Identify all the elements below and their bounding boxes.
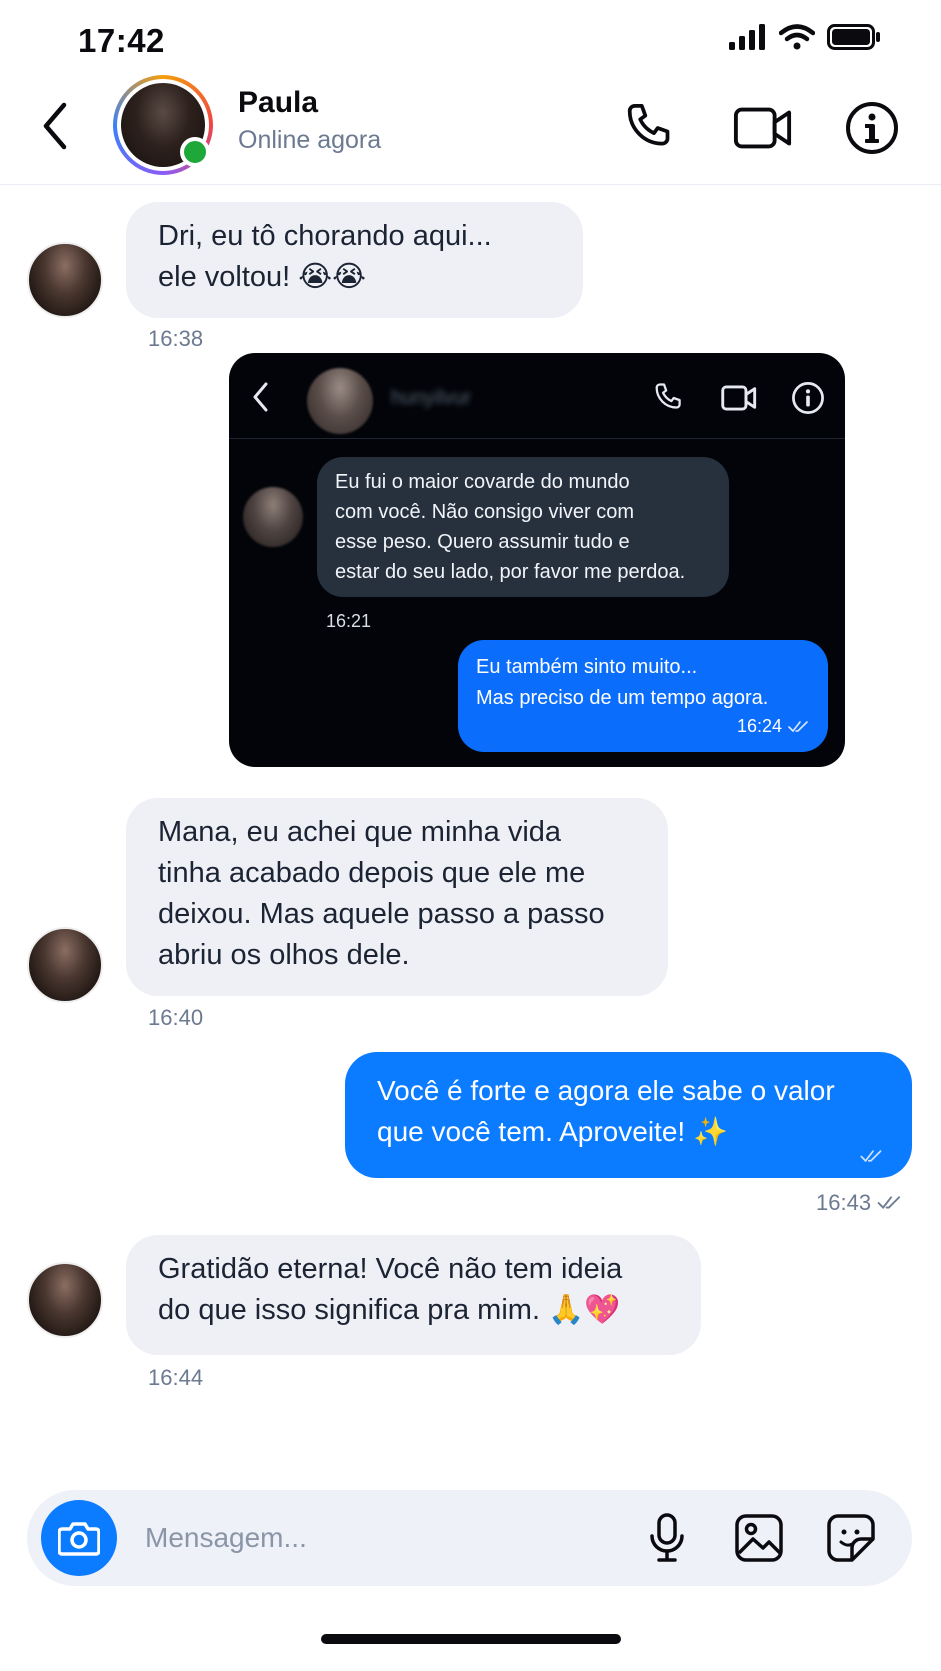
video-call-button[interactable]	[733, 98, 793, 158]
message-timestamp: 16:43	[816, 1190, 872, 1215]
message-bubble-outgoing[interactable]: Você é forte e agora ele sabe o valor qu…	[345, 1052, 912, 1178]
message-line: Gratidão eterna! Você não tem ideia	[158, 1253, 623, 1285]
sticker-button[interactable]	[821, 1508, 881, 1568]
message-line: que você tem. Aproveite! ✨	[377, 1116, 728, 1147]
contact-status: Online agora	[238, 126, 382, 154]
wifi-icon	[779, 24, 815, 50]
shared-screenshot[interactable]: hunyilvur Eu fui o maior covarde do mund…	[229, 353, 845, 767]
video-icon	[733, 107, 792, 149]
message-line: Mana, eu achei que minha vida	[158, 816, 562, 848]
message-line: deixou. Mas aquele passo a passo	[158, 898, 605, 930]
message-line: Eu fui o maior covarde do mundo	[335, 471, 630, 493]
message-line: Dri, eu tô chorando aqui...	[158, 220, 492, 252]
screenshot-outgoing-time: 16:24	[736, 716, 782, 736]
screenshot-sender-avatar	[243, 487, 303, 547]
message-composer	[27, 1490, 912, 1586]
message-line: com você. Não consigo viver com	[335, 501, 635, 523]
message-timestamp: 16:44	[148, 1365, 204, 1390]
status-icons	[729, 24, 881, 50]
sender-avatar[interactable]	[27, 242, 103, 318]
back-button[interactable]	[30, 96, 80, 156]
sender-avatar[interactable]	[27, 927, 103, 1003]
message-timestamp: 16:40	[148, 1005, 204, 1030]
camera-icon	[58, 1522, 100, 1556]
message-line: tinha acabado depois que ele me	[158, 857, 586, 889]
message-bubble-incoming[interactable]: Mana, eu achei que minha vida tinha acab…	[126, 798, 668, 996]
message-line: Mas preciso de um tempo agora.	[476, 687, 769, 709]
gallery-button[interactable]	[729, 1508, 789, 1568]
screenshot-contact-avatar	[307, 368, 373, 434]
info-icon	[846, 102, 898, 154]
sticker-icon	[827, 1514, 875, 1562]
message-line: ele voltou! 😭😭	[158, 261, 367, 293]
call-button[interactable]	[620, 98, 680, 158]
contact-name[interactable]: Paula	[238, 86, 318, 120]
info-button[interactable]	[842, 98, 902, 158]
status-time: 17:42	[78, 22, 165, 59]
voice-message-button[interactable]	[637, 1508, 697, 1568]
chat-header: Paula Online agora	[0, 70, 941, 185]
message-line: abriu os olhos dele.	[158, 939, 410, 971]
double-check-icon	[860, 1150, 882, 1163]
home-indicator[interactable]	[321, 1634, 621, 1644]
screenshot-header: hunyilvur	[229, 353, 845, 439]
screenshot-contact-name: hunyilvur	[391, 387, 472, 409]
message-meta: 16:43	[816, 1190, 903, 1216]
battery-icon	[827, 24, 880, 50]
phone-icon	[627, 103, 670, 146]
mic-icon	[650, 1513, 684, 1562]
back-icon	[43, 102, 67, 150]
message-input[interactable]	[145, 1518, 565, 1558]
phone-icon	[655, 383, 681, 409]
double-check-icon	[877, 1196, 901, 1209]
message-line: do que isso significa pra mim. 🙏💖	[158, 1294, 621, 1326]
screenshot-message-incoming: Eu fui o maior covarde do mundo com você…	[317, 457, 729, 597]
video-icon	[721, 385, 757, 411]
back-icon	[253, 382, 268, 412]
image-icon	[735, 1514, 783, 1562]
signal-icon	[729, 24, 765, 50]
sender-avatar[interactable]	[27, 1262, 103, 1338]
screenshot-timestamp: 16:21	[326, 611, 372, 631]
screenshot-message-outgoing: Eu também sinto muito... Mas preciso de …	[458, 640, 828, 752]
message-line: Eu também sinto muito...	[476, 656, 698, 678]
screenshot-message-meta: 16:24	[737, 711, 810, 742]
message-timestamp: 16:38	[148, 326, 204, 351]
double-check-icon	[788, 720, 808, 732]
status-bar: 17:42	[0, 0, 941, 80]
message-bubble-incoming[interactable]: Dri, eu tô chorando aqui... ele voltou! …	[126, 202, 583, 318]
message-line: esse peso. Quero assumir tudo e	[335, 531, 630, 553]
online-indicator	[180, 137, 210, 167]
message-bubble-incoming[interactable]: Gratidão eterna! Você não tem ideia do q…	[126, 1235, 701, 1355]
message-line: estar do seu lado, por favor me perdoa.	[335, 561, 686, 583]
info-icon	[792, 382, 824, 414]
message-line: Você é forte e agora ele sabe o valor	[377, 1075, 835, 1106]
camera-button[interactable]	[41, 1500, 117, 1576]
